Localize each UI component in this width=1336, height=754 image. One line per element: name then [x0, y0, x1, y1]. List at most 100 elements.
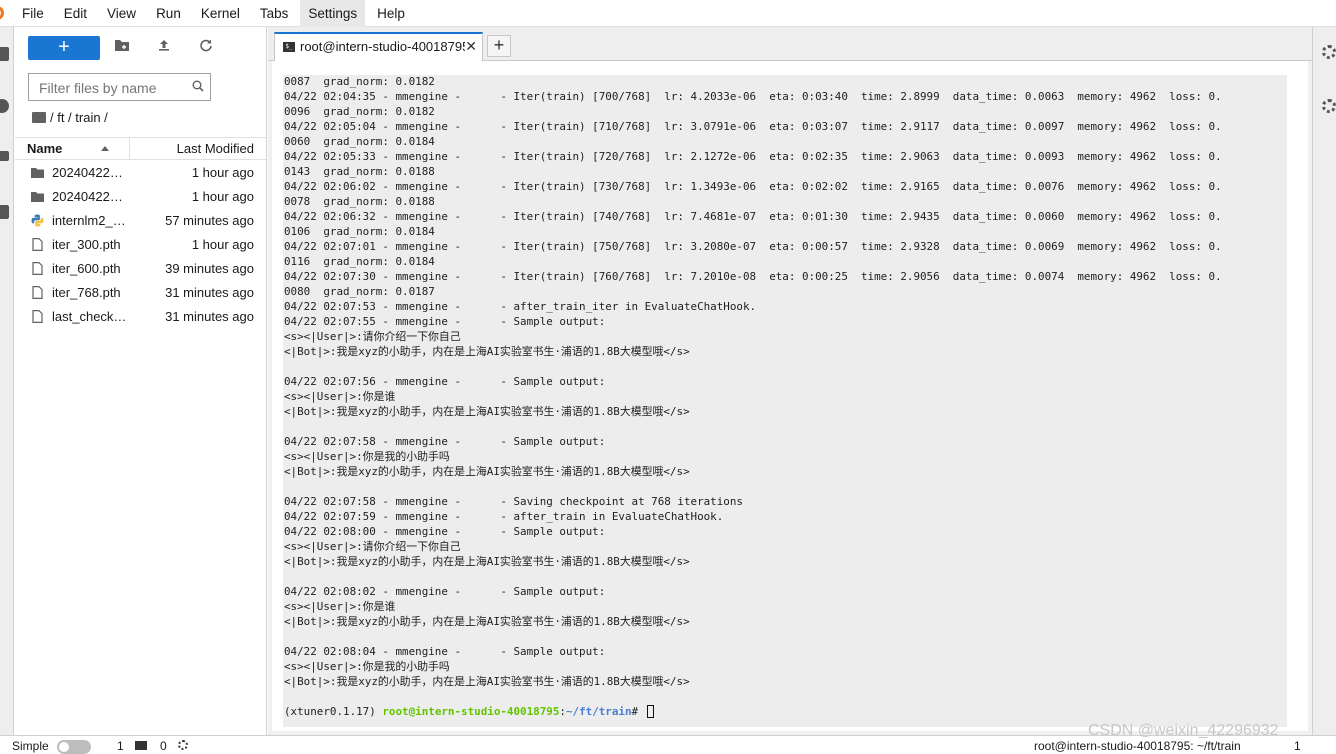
folder-icon — [32, 112, 46, 123]
list-item[interactable]: iter_768.pth 31 minutes ago — [15, 281, 266, 305]
upload-icon[interactable] — [154, 37, 174, 57]
terminal-output[interactable]: 0087 grad_norm: 0.0182 04/22 02:04:35 - m… — [283, 75, 1287, 727]
file-list: 20240422_152225 1 hour ago 20240422_1531… — [15, 161, 266, 329]
menu-view[interactable]: View — [99, 0, 144, 27]
menu-run[interactable]: Run — [148, 0, 189, 27]
terminal-line: <s><|User|>:你是谁 — [284, 600, 396, 613]
column-name-header[interactable]: Name — [27, 141, 62, 156]
column-last-modified-header[interactable]: Last Modified — [177, 141, 254, 156]
file-modified: 31 minutes ago — [165, 309, 254, 324]
file-name: 20240422_152225 — [52, 165, 128, 180]
menu-kernel[interactable]: Kernel — [193, 0, 248, 27]
list-item[interactable]: 20240422_153143 1 hour ago — [15, 185, 266, 209]
kernel-count[interactable]: 0 — [160, 740, 167, 752]
running-icon[interactable] — [0, 99, 9, 113]
simple-mode-label: Simple — [12, 739, 49, 753]
debugger-icon[interactable] — [1322, 99, 1336, 113]
breadcrumb-path[interactable]: / ft / train / — [50, 110, 108, 125]
terminal-count[interactable]: 1 — [117, 740, 124, 752]
terminal-line: 0106 grad_norm: 0.0184 — [284, 225, 435, 238]
terminal-line: 04/22 02:07:59 - mmengine - - after_trai… — [284, 510, 724, 523]
left-activity-bar — [0, 27, 14, 735]
column-divider[interactable] — [129, 138, 130, 160]
list-item[interactable]: last_checkpoint 31 minutes ago — [15, 305, 266, 329]
file-modified: 1 hour ago — [191, 189, 254, 204]
breadcrumb[interactable]: / ft / train / — [32, 110, 108, 125]
prompt-path: ~/ft/train — [565, 705, 632, 718]
prompt-host: root@intern-studio-40018795 — [382, 705, 560, 718]
terminal-line: 04/22 02:05:33 - mmengine - - Iter(train… — [284, 150, 1222, 163]
file-icon — [32, 286, 43, 299]
status-right-text: root@intern-studio-40018795: ~/ft/train — [1034, 739, 1241, 753]
terminal-line: <s><|User|>:你是我的小助手吗 — [284, 660, 450, 673]
menu-bar: File Edit View Run Kernel Tabs Settings … — [0, 0, 1336, 27]
file-name: iter_300.pth — [52, 237, 121, 252]
menu-edit[interactable]: Edit — [56, 0, 95, 27]
main-dock-panel: $_ root@intern-studio-40018795: ~/ft/tra… — [268, 27, 1312, 735]
new-folder-icon[interactable] — [112, 37, 132, 57]
terminal-line: <s><|User|>:你是谁 — [284, 390, 396, 403]
refresh-icon[interactable] — [196, 37, 216, 57]
terminal-lines: 0087 grad_norm: 0.0182 04/22 02:04:35 - m… — [284, 75, 1284, 689]
menu-tabs[interactable]: Tabs — [252, 0, 297, 27]
terminal-line: 04/22 02:08:02 - mmengine - - Sample out… — [284, 585, 606, 598]
terminal-prompt[interactable]: (xtuner0.1.17) root@intern-studio-400187… — [284, 704, 654, 719]
list-item[interactable]: internlm2_chat_1_8b_qlora_alpaca_e3_copy… — [15, 209, 266, 233]
simple-mode-toggle[interactable] — [57, 740, 91, 754]
list-item[interactable]: iter_300.pth 1 hour ago — [15, 233, 266, 257]
prompt-char: # — [631, 705, 645, 718]
prompt-env: (xtuner0.1.17) — [284, 705, 383, 718]
add-tab-button[interactable]: + — [487, 35, 511, 57]
menu-file[interactable]: File — [14, 0, 52, 27]
sort-ascending-icon[interactable] — [101, 146, 109, 151]
terminal-line: 04/22 02:07:01 - mmengine - - Iter(train… — [284, 240, 1222, 253]
terminal-icon: $_ — [283, 42, 295, 52]
terminal-line: 04/22 02:06:32 - mmengine - - Iter(train… — [284, 210, 1222, 223]
new-launcher-button[interactable]: + — [28, 36, 100, 60]
close-icon[interactable]: ✕ — [465, 38, 477, 55]
folder-icon[interactable] — [0, 47, 9, 61]
menu-help[interactable]: Help — [369, 0, 413, 27]
terminal-line: <|Bot|>:我是xyz的小助手，内在是上海AI实验室书生·浦语的1.8B大模… — [284, 675, 690, 688]
file-modified: 39 minutes ago — [165, 261, 254, 276]
toc-icon[interactable] — [0, 151, 9, 161]
file-list-header: Name Last Modified — [15, 137, 266, 160]
terminal-line: <s><|User|>:你是我的小助手吗 — [284, 450, 450, 463]
terminal-line: 04/22 02:07:30 - mmengine - - Iter(train… — [284, 270, 1222, 283]
terminal-line: 04/22 02:08:00 - mmengine - - Sample out… — [284, 525, 606, 538]
terminal-line: 04/22 02:07:58 - mmengine - - Saving che… — [284, 495, 743, 508]
terminal-line: 04/22 02:05:04 - mmengine - - Iter(train… — [284, 120, 1222, 133]
file-browser: + / ft / train / Name Last Modified 2024… — [15, 27, 267, 735]
python-icon — [31, 214, 44, 227]
property-inspector-gear-icon[interactable] — [1322, 45, 1336, 59]
terminal-line: 04/22 02:07:58 - mmengine - - Sample out… — [284, 435, 606, 448]
terminal-line: 0078 grad_norm: 0.0188 — [284, 195, 435, 208]
filter-files-field[interactable] — [28, 73, 211, 101]
terminal-line: 04/22 02:07:56 - mmengine - - Sample out… — [284, 375, 606, 388]
terminal-line: 0087 grad_norm: 0.0182 — [284, 75, 435, 88]
file-modified: 1 hour ago — [191, 237, 254, 252]
tab-bar: $_ root@intern-studio-40018795: ~/ft/tra… — [268, 27, 1312, 61]
menu-settings[interactable]: Settings — [300, 0, 366, 27]
jupyter-logo-icon — [0, 0, 10, 27]
terminal-line: 04/22 02:07:53 - mmengine - - after_trai… — [284, 300, 757, 313]
extension-icon[interactable] — [0, 205, 9, 219]
terminal-panel: 0087 grad_norm: 0.0182 04/22 02:04:35 - m… — [272, 61, 1308, 731]
file-name: iter_600.pth — [52, 261, 121, 276]
terminal-line: 0096 grad_norm: 0.0182 — [284, 105, 435, 118]
filter-files-input[interactable] — [37, 75, 191, 101]
terminal-line: 0143 grad_norm: 0.0188 — [284, 165, 435, 178]
kernel-gear-icon — [178, 740, 188, 750]
terminal-line: 0080 grad_norm: 0.0187 — [284, 285, 435, 298]
file-icon — [32, 310, 43, 323]
list-item[interactable]: 20240422_152225 1 hour ago — [15, 161, 266, 185]
tab-label: root@intern-studio-40018795: ~/ft/train — [300, 39, 465, 54]
watermark: CSDN @weixin_42296932 — [1088, 722, 1279, 739]
list-item[interactable]: iter_600.pth 39 minutes ago — [15, 257, 266, 281]
tab-terminal[interactable]: $_ root@intern-studio-40018795: ~/ft/tra… — [274, 32, 483, 61]
file-modified: 1 hour ago — [191, 165, 254, 180]
